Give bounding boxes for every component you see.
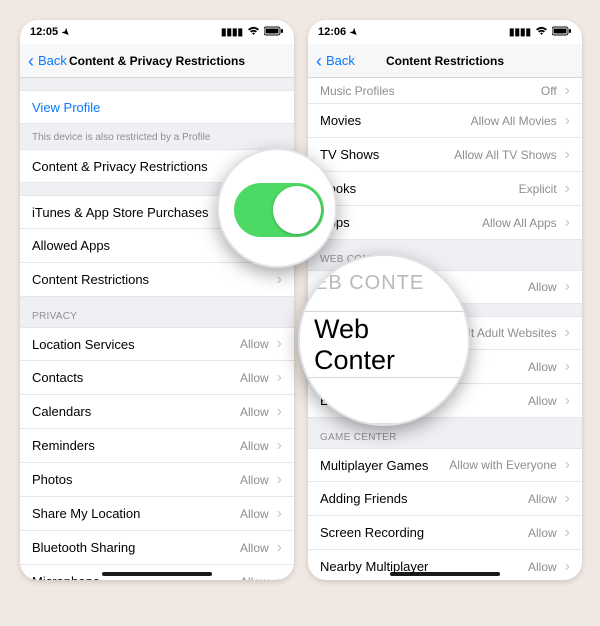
wifi-icon — [247, 26, 260, 39]
privacy-row[interactable]: Calendars Allow › — [20, 395, 294, 429]
phone-left: 12:05 ➤ ▮▮▮▮ ‹ Back Content & Privacy Re… — [20, 20, 294, 580]
chevron-right-icon: › — [565, 558, 570, 576]
tvshows-row[interactable]: TV Shows Allow All TV Shows › — [308, 138, 582, 172]
magnifier-bottom — [300, 378, 468, 424]
apps-row[interactable]: Apps Allow All Apps › — [308, 206, 582, 240]
chevron-right-icon: › — [277, 539, 282, 557]
movies-row[interactable]: Movies Allow All Movies › — [308, 104, 582, 138]
back-button[interactable]: ‹ Back — [316, 52, 355, 70]
chevron-right-icon: › — [565, 358, 570, 376]
profile-note: This device is also restricted by a Prof… — [20, 124, 294, 149]
chevron-right-icon: › — [277, 271, 282, 289]
nav-bar: ‹ Back Content Restrictions — [308, 44, 582, 78]
gc-row[interactable]: Adding Friends Allow › — [308, 482, 582, 516]
status-bar: 12:06 ➤ ▮▮▮▮ — [308, 20, 582, 44]
chevron-left-icon: ‹ — [28, 52, 34, 70]
chevron-right-icon: › — [565, 82, 570, 100]
nav-bar: ‹ Back Content & Privacy Restrictions — [20, 44, 294, 78]
magnifier-toggle — [217, 148, 337, 268]
restrictions-toggle-label: Content & Privacy Restrictions — [32, 159, 208, 174]
chevron-right-icon: › — [277, 471, 282, 489]
magnifier-web-content: EB CONTE Web Conter — [298, 254, 470, 426]
chevron-right-icon: › — [565, 324, 570, 342]
view-profile-row[interactable]: View Profile — [20, 90, 294, 124]
chevron-right-icon: › — [277, 403, 282, 421]
wifi-icon — [535, 26, 548, 39]
gc-row[interactable]: Screen Recording Allow › — [308, 516, 582, 550]
chevron-left-icon: ‹ — [316, 52, 322, 70]
chevron-right-icon: › — [565, 146, 570, 164]
back-label: Back — [326, 53, 355, 68]
content-restrictions-row[interactable]: Content Restrictions › — [20, 263, 294, 297]
location-icon: ➤ — [347, 25, 360, 38]
status-time: 12:05 — [30, 26, 58, 38]
location-icon: ➤ — [59, 25, 72, 38]
chevron-right-icon: › — [565, 524, 570, 542]
chevron-right-icon: › — [565, 180, 570, 198]
chevron-right-icon: › — [277, 437, 282, 455]
signal-icon: ▮▮▮▮ — [509, 27, 531, 38]
signal-icon: ▮▮▮▮ — [221, 27, 243, 38]
status-time: 12:06 — [318, 26, 346, 38]
chevron-right-icon: › — [565, 490, 570, 508]
privacy-row[interactable]: Share My Location Allow › — [20, 497, 294, 531]
back-button[interactable]: ‹ Back — [28, 52, 67, 70]
chevron-right-icon: › — [565, 112, 570, 130]
privacy-row[interactable]: Contacts Allow › — [20, 361, 294, 395]
books-row[interactable]: Books Explicit › — [308, 172, 582, 206]
magnifier-ghost-header: EB CONTE — [300, 256, 468, 312]
back-label: Back — [38, 53, 67, 68]
status-right: ▮▮▮▮ — [509, 20, 572, 44]
gc-row[interactable]: Multiplayer Games Allow with Everyone › — [308, 448, 582, 482]
privacy-header: Privacy — [20, 297, 294, 327]
chevron-right-icon: › — [277, 505, 282, 523]
status-right: ▮▮▮▮ — [221, 20, 284, 44]
top-partial-row[interactable]: Music Profiles Off › — [308, 78, 582, 104]
privacy-row[interactable]: Bluetooth Sharing Allow › — [20, 531, 294, 565]
battery-icon — [264, 26, 284, 39]
status-bar: 12:05 ➤ ▮▮▮▮ — [20, 20, 294, 44]
chevron-right-icon: › — [277, 573, 282, 581]
battery-icon — [552, 26, 572, 39]
privacy-row[interactable]: Reminders Allow › — [20, 429, 294, 463]
privacy-row[interactable]: Photos Allow › — [20, 463, 294, 497]
privacy-row[interactable]: Location Services Allow › — [20, 327, 294, 361]
big-toggle-icon — [234, 183, 324, 237]
home-indicator[interactable] — [390, 572, 500, 576]
view-profile-label: View Profile — [32, 100, 100, 115]
chevron-right-icon: › — [565, 278, 570, 296]
chevron-right-icon: › — [277, 335, 282, 353]
chevron-right-icon: › — [565, 456, 570, 474]
magnifier-web-label: Web Conter — [300, 312, 468, 378]
chevron-right-icon: › — [565, 392, 570, 410]
chevron-right-icon: › — [565, 214, 570, 232]
home-indicator[interactable] — [102, 572, 212, 576]
chevron-right-icon: › — [277, 369, 282, 387]
